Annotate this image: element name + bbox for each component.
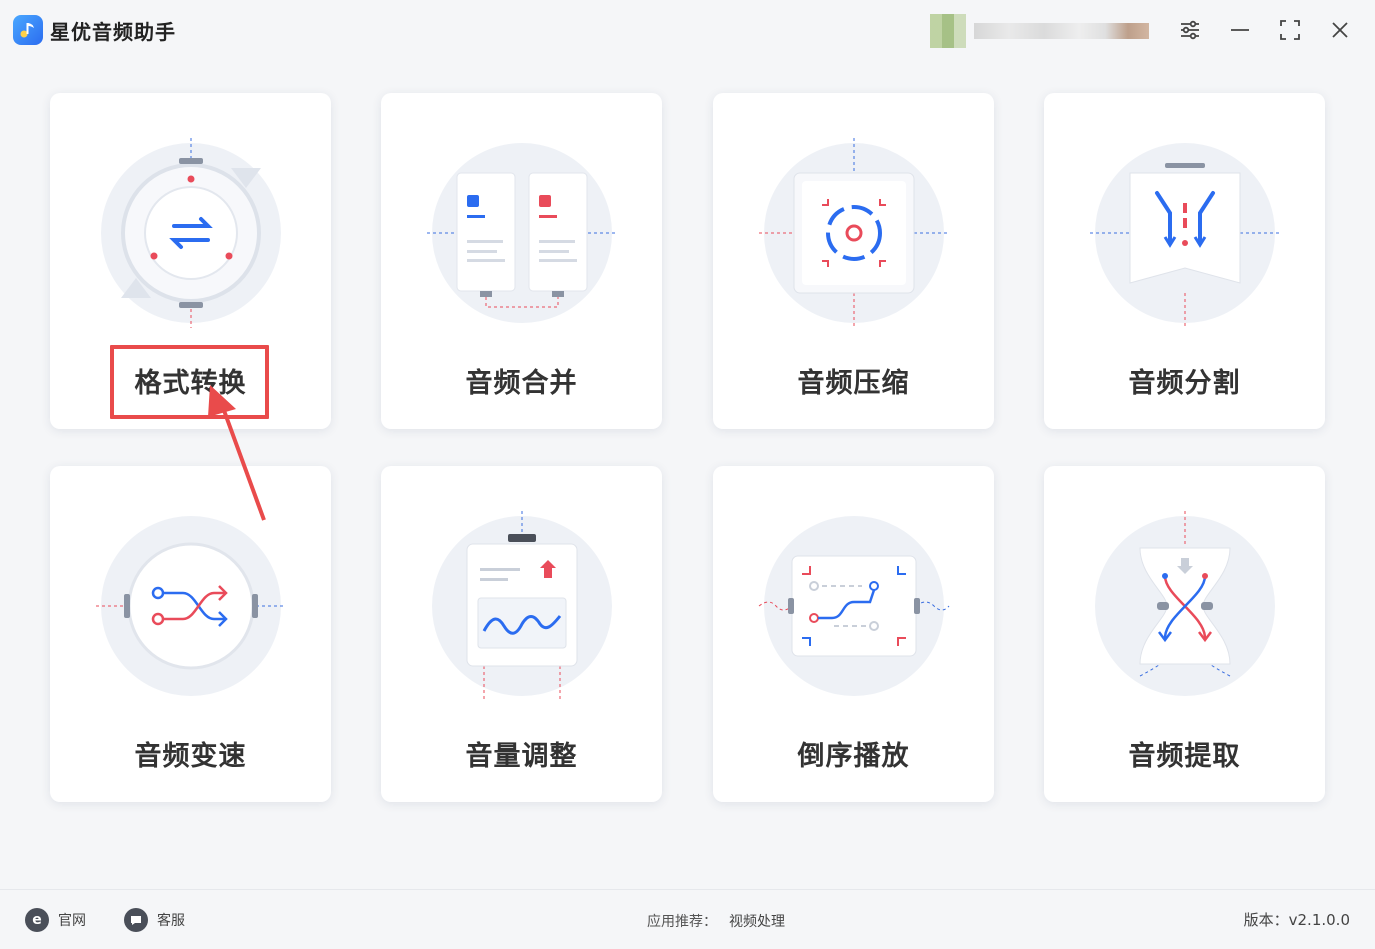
app-logo-icon: [13, 15, 43, 45]
card-label: 音频变速: [134, 741, 247, 772]
volume-adjust-icon: [422, 506, 622, 706]
user-name-redacted: [974, 23, 1149, 39]
audio-speed-icon: [91, 506, 291, 706]
maximize-icon[interactable]: [1275, 15, 1305, 45]
avatar: [930, 14, 966, 48]
card-label: 倒序播放: [797, 741, 910, 772]
support-link[interactable]: 客服: [124, 908, 185, 932]
audio-split-card[interactable]: 音频分割: [1044, 93, 1325, 429]
card-label: 音频合并: [465, 368, 578, 399]
card-label: 音频分割: [1128, 368, 1241, 399]
website-label: 官网: [58, 913, 86, 929]
minimize-icon[interactable]: [1225, 15, 1255, 45]
app-recommendation: 应用推荐： 视频处理: [647, 911, 785, 931]
recommend-app-link[interactable]: 视频处理: [729, 914, 785, 930]
user-account[interactable]: [930, 14, 1155, 48]
recommend-label: 应用推荐：: [647, 914, 717, 930]
chat-bubble-icon: [124, 908, 148, 932]
card-label: 音频压缩: [797, 368, 910, 399]
version-label: 版本：v2.1.0.0: [1243, 911, 1350, 929]
audio-compress-card[interactable]: 音频压缩: [713, 93, 994, 429]
audio-merge-card[interactable]: 音频合并: [381, 93, 662, 429]
card-label: 音量调整: [465, 741, 578, 772]
audio-extract-card[interactable]: 音频提取: [1044, 466, 1325, 802]
card-label: 音频提取: [1128, 741, 1241, 772]
sliders-icon[interactable]: [1175, 15, 1205, 45]
footer-bar: e 官网 客服 应用推荐： 视频处理 版本：v2.1.0.0: [0, 889, 1375, 949]
volume-adjust-card[interactable]: 音量调整: [381, 466, 662, 802]
app-title: 星优音频助手: [50, 20, 176, 44]
audio-compress-icon: [754, 133, 954, 333]
audio-merge-icon: [422, 133, 622, 333]
reverse-play-icon: [754, 506, 954, 706]
audio-extract-icon: [1085, 506, 1285, 706]
audio-split-icon: [1085, 133, 1285, 333]
format-convert-icon: [91, 133, 291, 333]
support-label: 客服: [157, 913, 185, 929]
annotation-arrow-icon: [208, 385, 266, 521]
reverse-play-card[interactable]: 倒序播放: [713, 466, 994, 802]
website-link[interactable]: e 官网: [25, 908, 86, 932]
close-icon[interactable]: [1325, 15, 1355, 45]
title-bar: 星优音频助手: [0, 0, 1375, 58]
ie-icon: e: [25, 908, 49, 932]
